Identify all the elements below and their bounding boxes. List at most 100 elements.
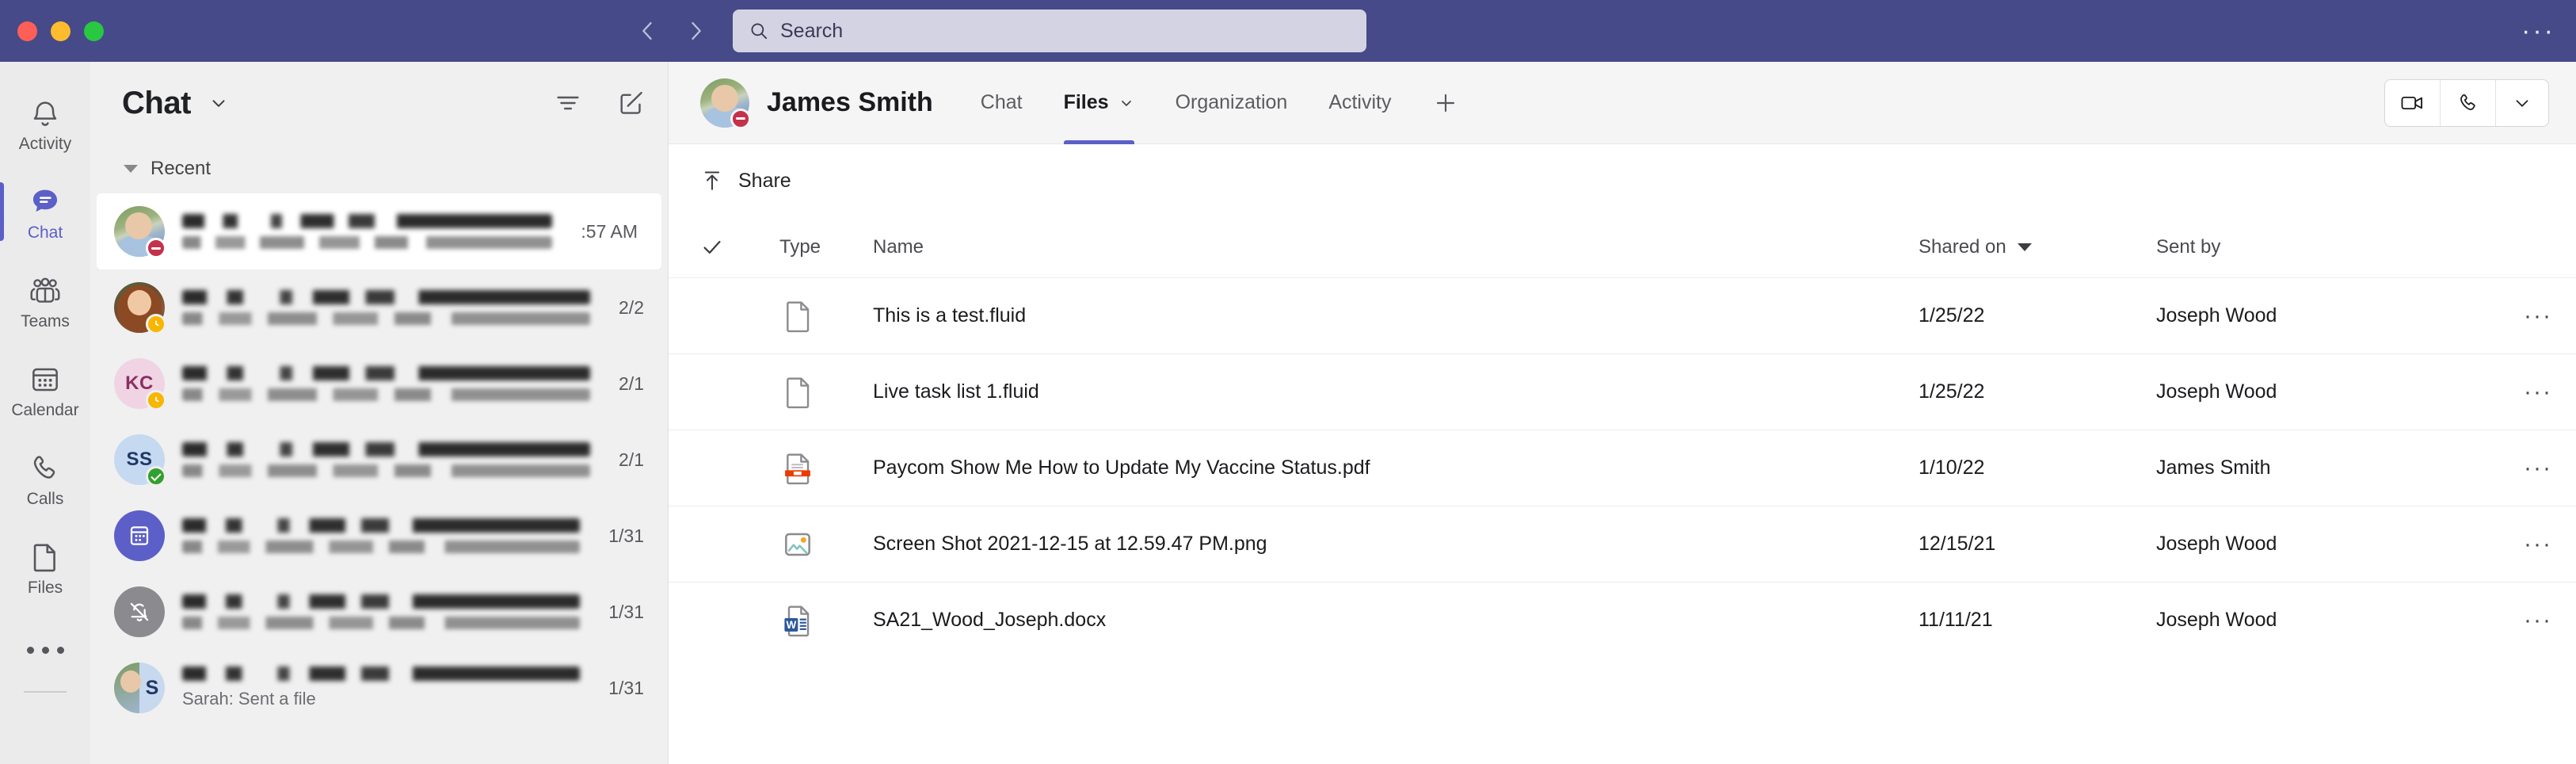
file-icon	[27, 540, 63, 575]
file-name[interactable]: This is a test.fluid	[873, 304, 1919, 327]
chat-preview-redacted	[182, 236, 553, 249]
chat-preview-redacted	[182, 541, 581, 553]
rail-item-files[interactable]: Files	[0, 523, 90, 612]
chevron-down-icon[interactable]	[1118, 95, 1134, 111]
select-all-checkmark-icon[interactable]	[700, 235, 779, 259]
chat-bubble-icon	[27, 185, 63, 220]
svg-text:W: W	[786, 618, 796, 630]
chevron-down-icon[interactable]	[208, 93, 229, 113]
file-name[interactable]: Paycom Show Me How to Update My Vaccine …	[873, 456, 1919, 479]
table-row[interactable]: Live task list 1.fluid 1/25/22 Joseph Wo…	[669, 353, 2576, 430]
phone-icon[interactable]	[2441, 79, 2496, 126]
tab-files[interactable]: Files	[1043, 62, 1155, 144]
list-item-time: 1/31	[608, 677, 644, 698]
list-item[interactable]: 1/31	[90, 574, 668, 650]
avatar-initials-text: SS	[126, 449, 153, 470]
chat-list-scroll[interactable]: :57 AM 2/2 KC 2/1 SS 2/1 1/31 1/31 S Sar…	[90, 193, 668, 764]
avatar: S	[114, 663, 165, 713]
rail-divider	[24, 691, 67, 693]
tab-activity[interactable]: Activity	[1308, 62, 1412, 144]
chat-preview-redacted	[182, 388, 591, 401]
rail-item-calls[interactable]: Calls	[0, 434, 90, 523]
column-header-type[interactable]: Type	[779, 236, 873, 258]
teams-people-icon	[27, 273, 63, 308]
presence-dnd-icon	[146, 238, 166, 258]
rail-item-chat[interactable]: Chat	[0, 168, 90, 257]
table-row[interactable]: This is a test.fluid 1/25/22 Joseph Wood…	[669, 277, 2576, 353]
new-chat-icon[interactable]	[615, 87, 647, 119]
avatar	[700, 78, 751, 129]
window-overflow-menu[interactable]: ···	[2521, 17, 2555, 44]
app-body: Activity Chat Teams Calendar Calls Files…	[0, 62, 2576, 764]
list-item-time: :57 AM	[581, 220, 638, 242]
list-item-text	[182, 518, 581, 553]
list-item-text	[182, 290, 591, 325]
zoom-window-button[interactable]	[84, 21, 104, 41]
file-type-cell	[779, 525, 873, 564]
list-item[interactable]: KC 2/1	[90, 346, 668, 422]
search-input[interactable]	[780, 19, 1351, 43]
list-item[interactable]: 2/2	[90, 269, 668, 346]
list-item-text: Sarah: Sent a file	[182, 667, 581, 709]
filter-icon[interactable]	[552, 87, 584, 119]
dot	[56, 646, 64, 654]
row-more-actions-button[interactable]: ···	[2505, 303, 2552, 330]
list-item-text	[182, 442, 591, 477]
teams-window: ··· Activity	[0, 0, 2576, 764]
tab-organization[interactable]: Organization	[1155, 62, 1309, 144]
file-shared-on: 1/10/22	[1919, 456, 1985, 479]
video-camera-icon[interactable]	[2385, 79, 2441, 126]
row-more-actions-button[interactable]: ···	[2505, 531, 2552, 558]
table-row[interactable]: Paycom Show Me How to Update My Vaccine …	[669, 430, 2576, 506]
row-more-actions-button[interactable]: ···	[2505, 607, 2552, 634]
rail-item-activity[interactable]: Activity	[0, 79, 90, 168]
close-window-button[interactable]	[17, 21, 37, 41]
pdf-file-icon	[779, 449, 816, 488]
row-more-actions-button[interactable]: ···	[2505, 455, 2552, 482]
list-item-time: 2/2	[619, 296, 644, 318]
rail-label-files: Files	[27, 578, 63, 597]
list-item[interactable]: 1/31	[90, 498, 668, 574]
title-bar: ···	[0, 0, 2576, 62]
recent-section-header[interactable]: Recent	[90, 144, 668, 193]
file-name[interactable]: SA21_Wood_Joseph.docx	[873, 609, 1919, 632]
list-item[interactable]: S Sarah: Sent a file 1/31	[90, 650, 668, 726]
file-name[interactable]: Screen Shot 2021-12-15 at 12.59.47 PM.pn…	[873, 533, 1919, 556]
rail-more-apps-button[interactable]	[26, 612, 64, 688]
conversation-tabs: Chat Files Organization Activity	[960, 62, 1479, 144]
minimize-window-button[interactable]	[51, 21, 70, 41]
tab-chat[interactable]: Chat	[960, 62, 1043, 144]
back-chevron-icon[interactable]	[634, 17, 661, 44]
chat-preview-redacted	[182, 617, 581, 629]
share-button[interactable]: Share	[700, 169, 791, 193]
row-more-actions-button[interactable]: ···	[2505, 379, 2552, 406]
call-options-chevron-down-icon[interactable]	[2496, 80, 2548, 126]
presence-dnd-icon	[730, 108, 751, 129]
rail-item-teams[interactable]: Teams	[0, 257, 90, 346]
list-item[interactable]: :57 AM	[97, 193, 661, 269]
navigation-buttons	[634, 17, 709, 44]
table-row[interactable]: W SA21_Wood_Joseph.docx 11/11/21 Joseph …	[669, 582, 2576, 658]
search-bar[interactable]	[733, 10, 1366, 52]
rail-label-teams: Teams	[21, 311, 70, 330]
column-header-shared-on-label: Shared on	[1919, 236, 2006, 258]
table-row[interactable]: Screen Shot 2021-12-15 at 12.59.47 PM.pn…	[669, 506, 2576, 582]
column-header-sent-by[interactable]: Sent by	[2156, 236, 2505, 258]
image-file-icon	[779, 525, 816, 564]
add-tab-button[interactable]	[1412, 62, 1479, 144]
file-name[interactable]: Live task list 1.fluid	[873, 380, 1919, 403]
chat-list-header: Chat	[90, 62, 668, 144]
forward-chevron-icon[interactable]	[682, 17, 709, 44]
calendar-icon	[27, 362, 63, 397]
app-rail: Activity Chat Teams Calendar Calls Files	[0, 62, 90, 764]
column-header-shared-on[interactable]: Shared on	[1919, 236, 2156, 258]
chat-name-redacted	[182, 442, 591, 456]
chat-list-panel: Chat Recent:57 AM 2/2 KC 2/1 SS 2/1 1/3…	[90, 62, 669, 764]
rail-item-calendar[interactable]: Calendar	[0, 346, 90, 434]
group-avatar: S	[114, 663, 165, 713]
call-actions	[2384, 78, 2549, 127]
presence-away-icon	[146, 314, 166, 334]
chat-name-redacted	[182, 366, 591, 380]
list-item[interactable]: SS 2/1	[90, 422, 668, 498]
column-header-name[interactable]: Name	[873, 236, 1919, 258]
